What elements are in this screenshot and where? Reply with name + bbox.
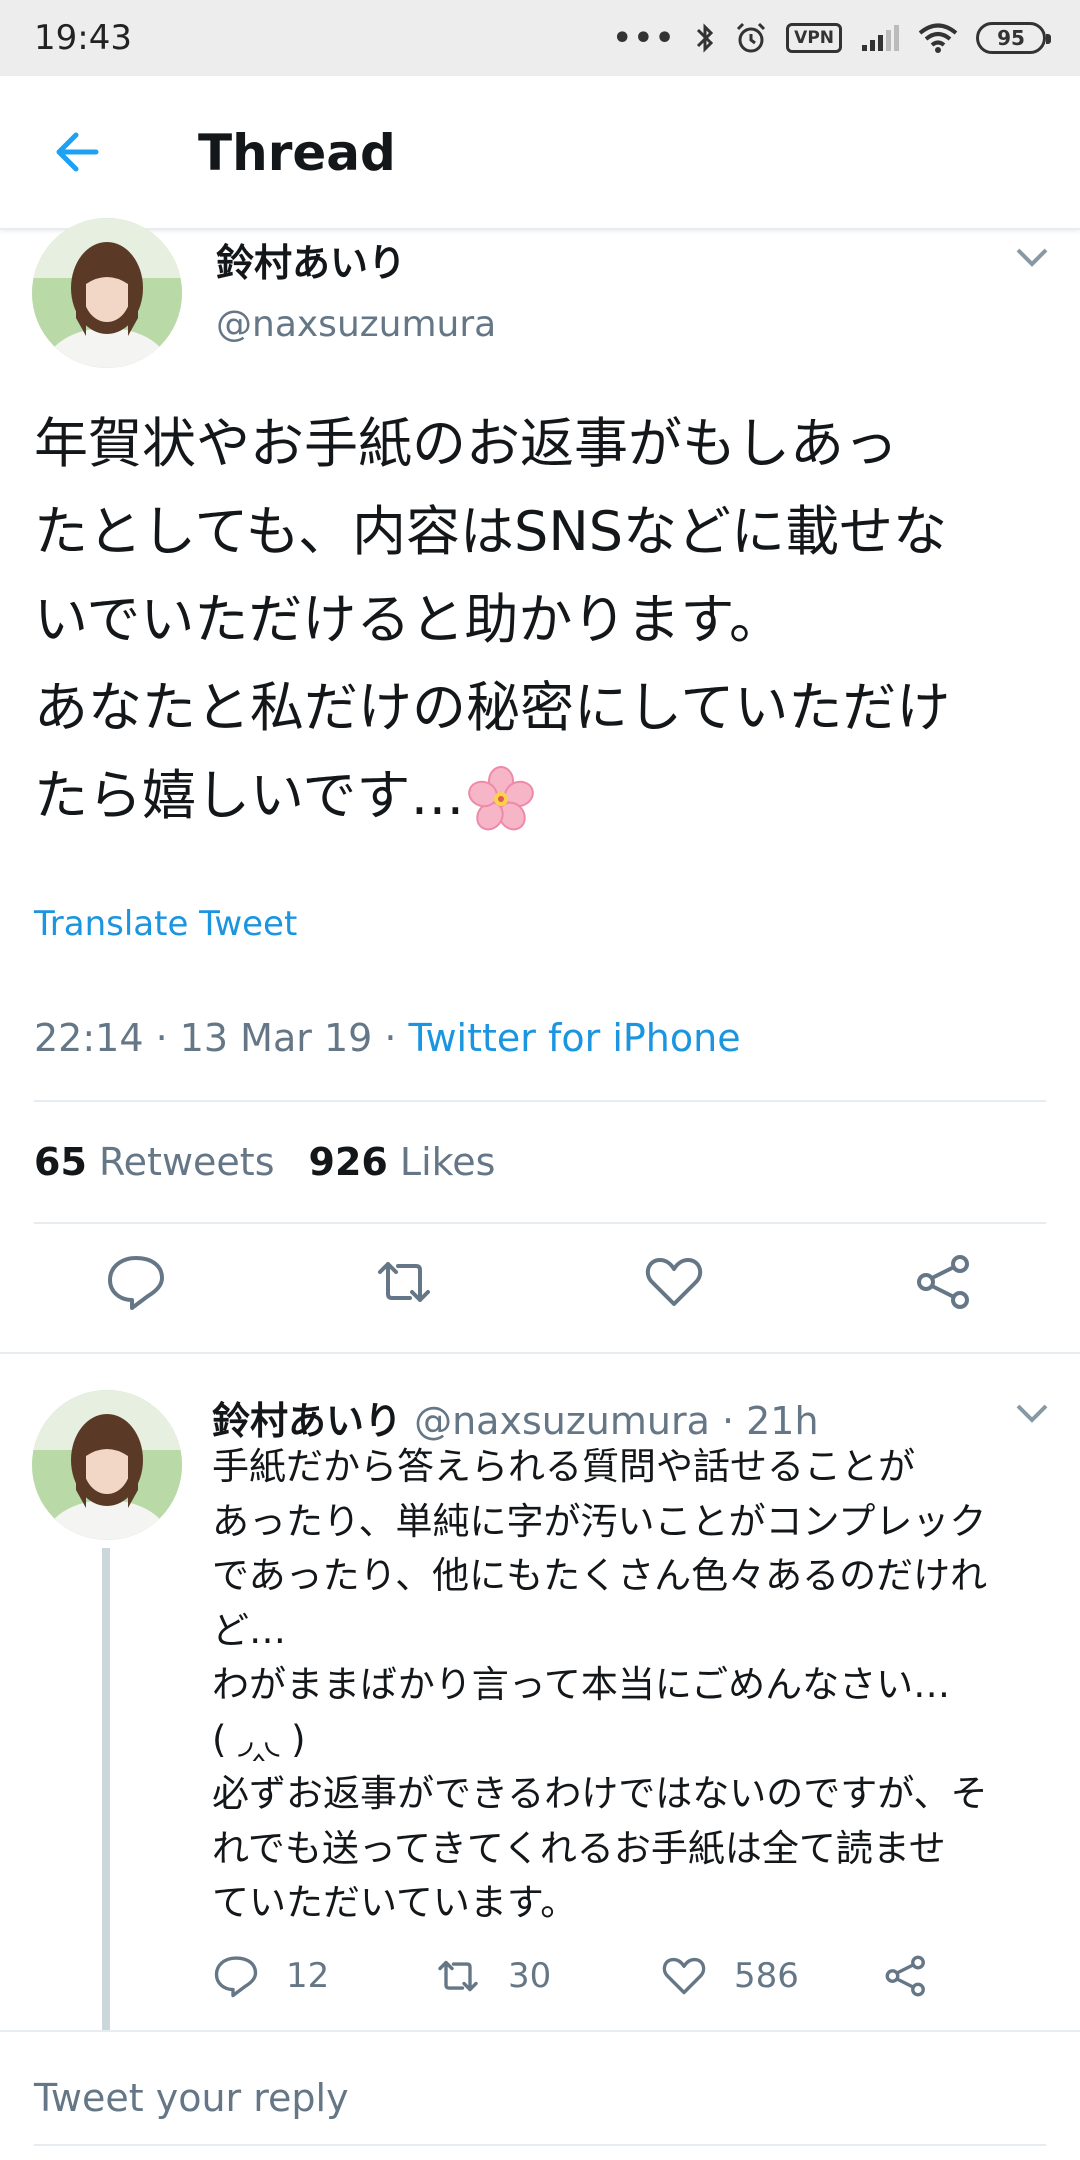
tweet-source-link[interactable]: Twitter for iPhone <box>409 1016 741 1060</box>
reply-author-handle[interactable]: @naxsuzumura · 21h <box>402 1399 818 1443</box>
status-icons: ••• VPN 95 <box>612 16 1051 60</box>
share-icon[interactable] <box>882 1952 930 2000</box>
reply-icon[interactable] <box>104 1250 168 1314</box>
divider <box>34 1222 1046 1224</box>
tweet-actions <box>0 1250 1080 1330</box>
reply-action[interactable]: 12 <box>212 1952 329 2000</box>
tweet-text-content: 年賀状やお手紙のお返事がもしあっ たとしても、内容はSNSなどに載せな いでいた… <box>34 412 951 827</box>
tweet-stats: 65 Retweets 926 Likes <box>34 1140 495 1184</box>
cherry-blossom-icon <box>468 766 535 831</box>
translate-tweet-link[interactable]: Translate Tweet <box>34 904 297 944</box>
avatar-image <box>32 1390 182 1540</box>
reply-tweet-actions: 12 30 586 <box>212 1952 1052 2008</box>
reply-header: 鈴村あいり @naxsuzumura · 21h <box>212 1390 819 1445</box>
likes-label: Likes <box>399 1140 496 1184</box>
like-action[interactable]: 586 <box>660 1952 799 2000</box>
alarm-icon <box>737 22 766 53</box>
avatar[interactable] <box>32 1390 182 1540</box>
retweets-count: 65 <box>34 1140 87 1184</box>
author-handle[interactable]: @naxsuzumura <box>216 304 496 345</box>
author-name[interactable]: 鈴村あいり <box>216 232 406 287</box>
chevron-down-icon[interactable] <box>1012 242 1052 272</box>
divider <box>34 1100 1046 1102</box>
like-icon[interactable] <box>642 1250 706 1314</box>
status-time: 19:43 <box>34 18 132 58</box>
retweet-action[interactable]: 30 <box>434 1952 551 2000</box>
thread-connector-line <box>102 1548 110 2030</box>
status-bar: 19:43 ••• VPN 95 <box>0 0 1080 76</box>
wifi-icon <box>918 23 958 53</box>
battery-icon: 95 <box>976 22 1051 54</box>
likes-count: 926 <box>308 1140 388 1184</box>
more-dots-icon: ••• <box>612 20 677 56</box>
avatar-image <box>32 218 182 368</box>
likes-stat[interactable]: 926 Likes <box>309 1140 496 1184</box>
bluetooth-icon <box>697 23 714 53</box>
retweet-icon[interactable] <box>372 1250 436 1314</box>
retweets-stat[interactable]: 65 Retweets <box>34 1140 275 1184</box>
divider <box>34 2144 1046 2146</box>
like-count: 586 <box>734 1956 799 1996</box>
signal-icon <box>862 25 899 51</box>
divider <box>0 2030 1080 2032</box>
reply-icon[interactable] <box>212 1952 260 2000</box>
like-icon[interactable] <box>660 1952 708 2000</box>
tweet-reply-input[interactable]: Tweet your reply <box>34 2076 349 2120</box>
retweet-count: 30 <box>508 1956 552 1996</box>
retweet-icon[interactable] <box>434 1952 482 2000</box>
reply-tweet-text: 手紙だから答えられる質問や話せることが あったり、単純に字が汚いことがコンプレッ… <box>212 1445 988 1924</box>
divider <box>0 1352 1080 1354</box>
page-title: Thread <box>198 124 396 182</box>
app-bar: Thread <box>0 76 1080 230</box>
tweet-text: 年賀状やお手紙のお返事がもしあっ たとしても、内容はSNSなどに載せな いでいた… <box>34 400 1054 840</box>
avatar[interactable] <box>32 218 182 368</box>
reply-count: 12 <box>286 1956 330 1996</box>
share-action[interactable] <box>882 1952 930 2000</box>
tweet-meta: 22:14 · 13 Mar 19 · Twitter for iPhone <box>34 1016 741 1060</box>
share-icon[interactable] <box>912 1250 976 1314</box>
back-arrow-icon[interactable] <box>48 122 108 182</box>
retweets-label: Retweets <box>98 1140 275 1184</box>
chevron-down-icon[interactable] <box>1012 1398 1052 1428</box>
vpn-icon: VPN <box>786 23 842 53</box>
reply-author-name[interactable]: 鈴村あいり <box>212 1399 402 1443</box>
tweet-timestamp: 22:14 · 13 Mar 19 · <box>34 1016 409 1060</box>
